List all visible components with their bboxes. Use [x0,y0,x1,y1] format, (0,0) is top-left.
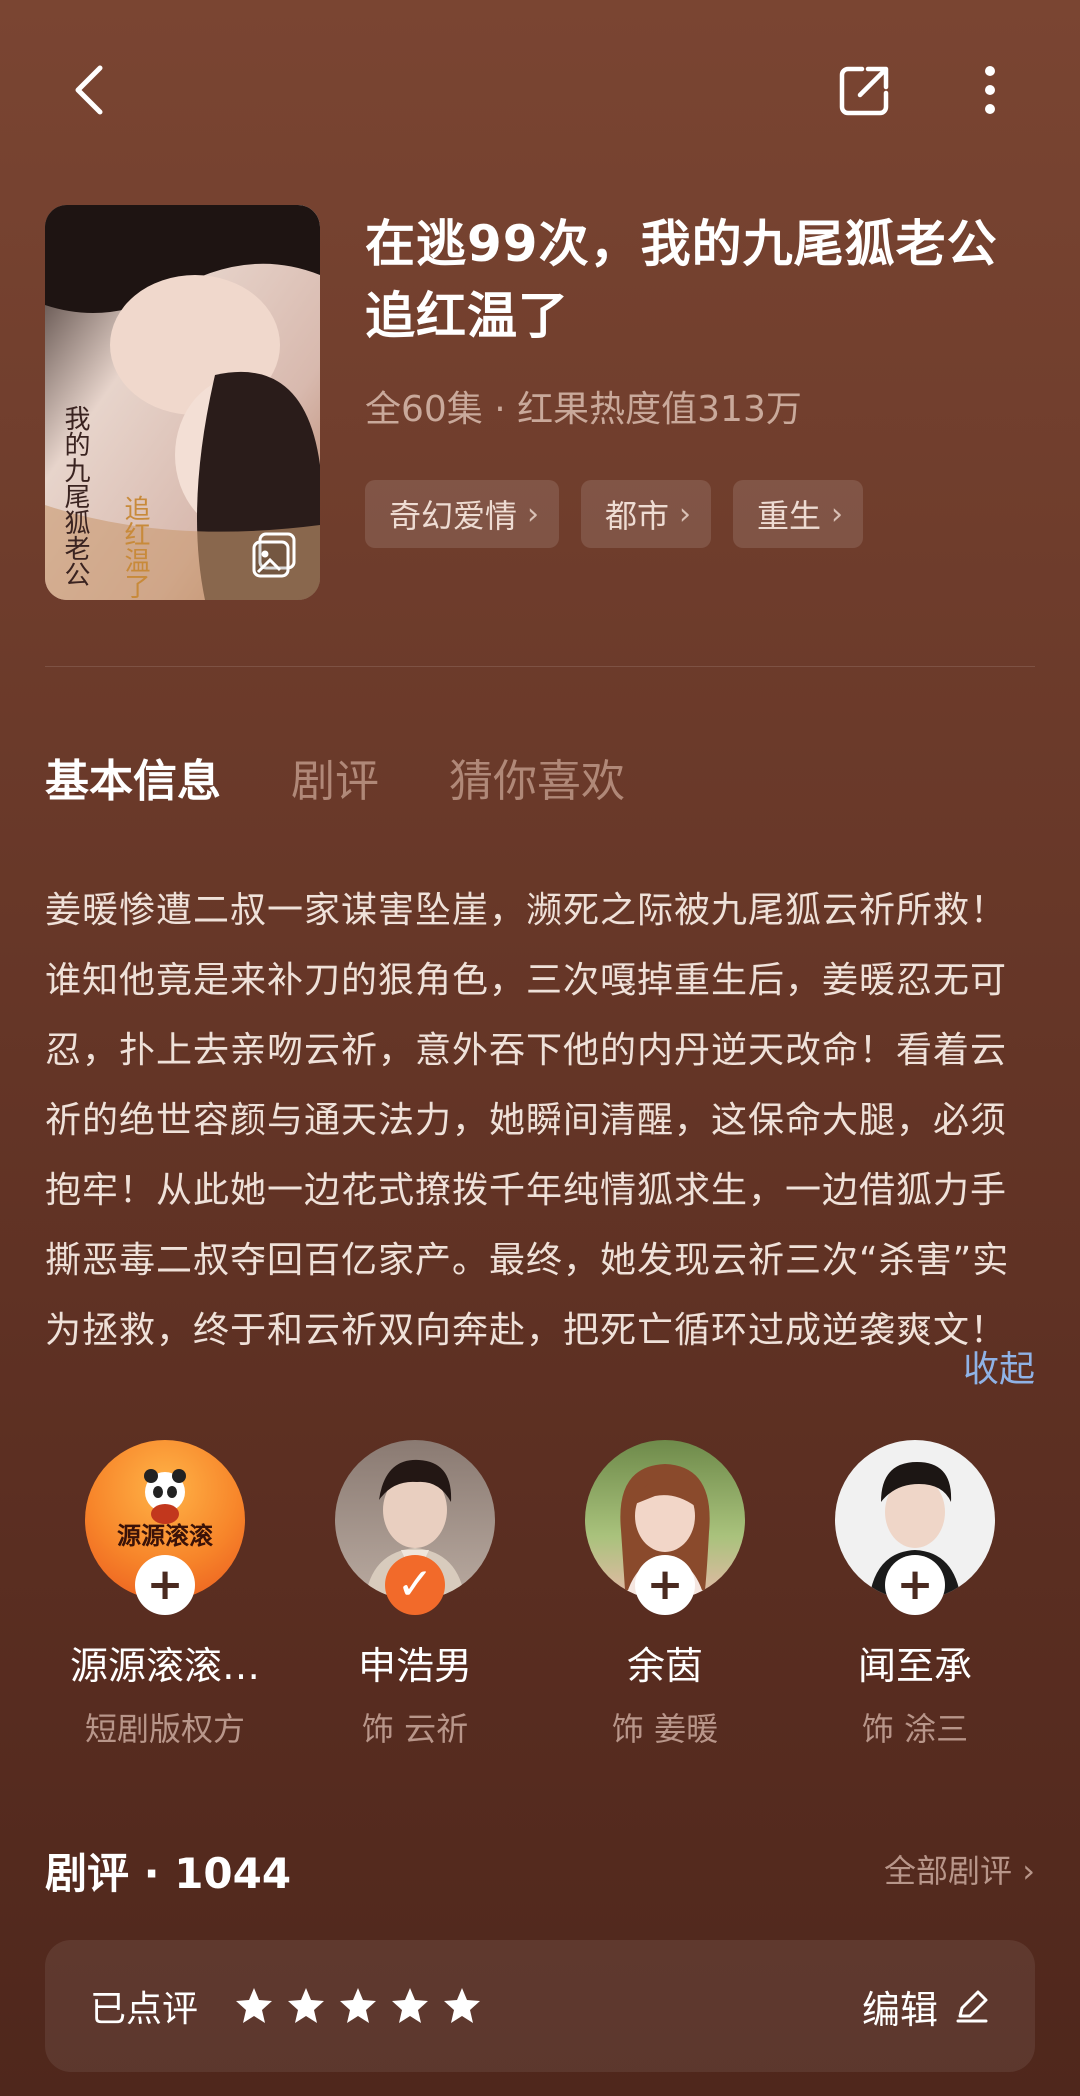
more-button[interactable] [960,55,1020,125]
back-button[interactable] [60,55,120,125]
cast-role: 饰 涂三 [861,1710,969,1748]
tag-rebirth[interactable]: 重生 › [733,480,864,548]
cast-item-yu-yin[interactable]: + 余茵 饰 姜暖 [545,1440,785,1750]
follow-button[interactable]: + [885,1555,945,1615]
collapse-button[interactable]: 收起 [963,1340,1035,1392]
gallery-icon [252,532,296,578]
chevron-right-icon: › [831,496,844,532]
more-vertical-icon [985,66,995,114]
drama-poster[interactable]: 我的九尾狐老公 追红温了 [45,205,320,600]
synopsis-text: 姜暖惨遭二叔一家谋害坠崖，濒死之际被九尾狐云祈所救！谁知他竟是来补刀的狠角色，三… [45,890,1010,1351]
top-bar [0,0,1080,180]
cast-item-wen-zhicheng[interactable]: + 闻至承 饰 涂三 [795,1440,1035,1750]
star-icon [340,1988,377,2023]
chevron-right-icon: › [679,496,692,532]
cast-name: 源源滚滚… [69,1644,260,1688]
tag-label: 重生 [757,497,822,535]
pencil-icon [956,1990,988,2023]
star-icon [392,1988,429,2023]
share-button[interactable] [835,55,895,125]
share-icon [839,66,889,116]
cast-role: 饰 云祈 [361,1710,469,1748]
follow-button[interactable]: + [635,1555,695,1615]
genre-tags: 奇幻爱情 › 都市 › 重生 › [365,480,864,548]
star-icon [444,1988,481,2023]
tag-fantasy-romance[interactable]: 奇幻爱情 › [365,480,560,548]
cast-role: 饰 姜暖 [611,1710,719,1748]
cast-name: 闻至承 [857,1644,972,1688]
followed-check-button[interactable]: ✓ [385,1555,445,1615]
cast-item-publisher[interactable]: 源源滚滚 + 源源滚滚… 短剧版权方 [45,1440,285,1750]
cast-role: 短剧版权方 [84,1710,245,1748]
rated-label: 已点评 [90,1989,199,2030]
rating-stars[interactable] [234,1986,482,2026]
svg-text:追红温了: 追红温了 [120,495,150,599]
chevron-right-icon: › [527,496,540,532]
divider [45,666,1035,667]
tag-label: 奇幻爱情 [389,497,518,535]
tab-basic-info[interactable]: 基本信息 [45,745,221,809]
star-icon [288,1988,325,2023]
star-icon [236,1988,273,2023]
follow-button[interactable]: + [135,1555,195,1615]
cast-item-shen-haonan[interactable]: ✓ 申浩男 饰 云祈 [295,1440,535,1750]
cast-name: 余茵 [626,1644,703,1688]
tag-label: 都市 [605,497,670,535]
reviews-header: 剧评 · 1044 [45,1849,292,1898]
tab-reviews[interactable]: 剧评 [291,745,379,809]
cast-list: 源源滚滚 + 源源滚滚… 短剧版权方 ✓ 申浩男 饰 云祈 + 余茵 饰 姜暖 … [45,1440,1035,1750]
back-arrow-icon [75,65,103,115]
my-rating-card: 已点评 编辑 [45,1940,1035,2072]
svg-text:我的九尾狐老公: 我的九尾狐老公 [60,405,90,587]
edit-label: 编辑 [861,1987,938,2032]
drama-meta: 全60集 · 红果热度值313万 [365,389,802,430]
cast-name: 申浩男 [357,1644,472,1688]
tab-recommendations[interactable]: 猜你喜欢 [449,745,625,809]
drama-title: 在逃99次，我的九尾狐老公追红温了 [365,215,998,345]
logo-text: 源源滚滚 [117,1522,213,1550]
tag-urban[interactable]: 都市 › [581,480,712,548]
edit-review-button[interactable]: 编辑 [862,1979,990,2034]
detail-tabs: 基本信息 剧评 猜你喜欢 [45,745,625,809]
all-reviews-link[interactable]: 全部剧评 › [884,1846,1035,1892]
